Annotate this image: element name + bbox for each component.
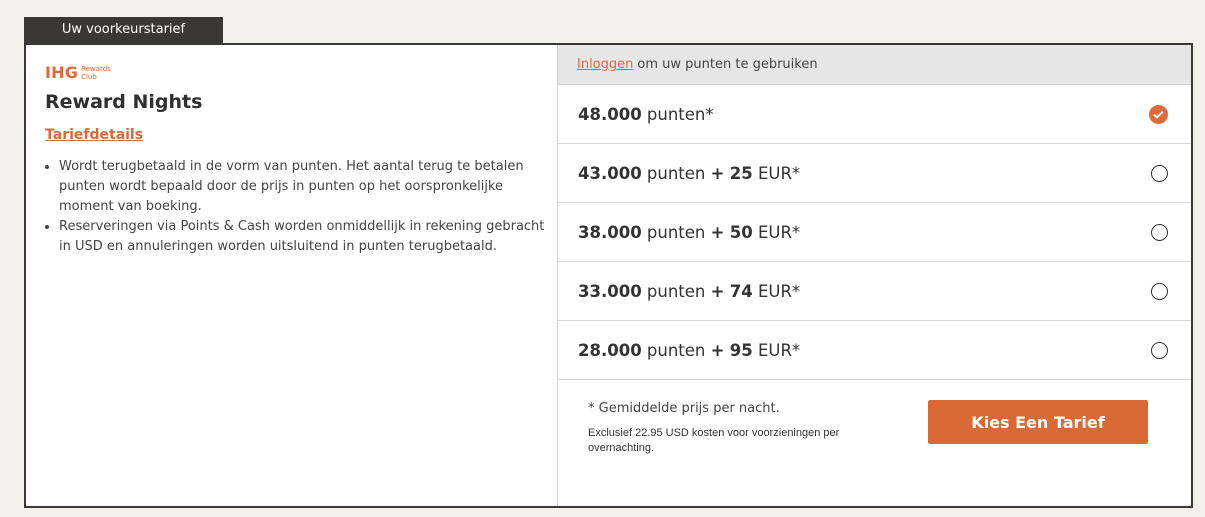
preferred-rate-tab: Uw voorkeurstarief xyxy=(24,17,223,43)
cash-plus: + xyxy=(710,163,725,183)
points-label: punten xyxy=(646,222,706,242)
radio-empty-icon[interactable] xyxy=(1151,223,1168,241)
cash-currency: EUR* xyxy=(757,222,801,242)
rate-option-label: 43.000 punten + 25 EUR* xyxy=(578,164,800,183)
points-amount: 28.000 xyxy=(578,340,642,360)
points-label: punten xyxy=(646,281,706,301)
points-amount: 38.000 xyxy=(578,222,642,242)
ihg-logo-mark: IHG xyxy=(45,63,79,82)
points-amount: 33.000 xyxy=(578,281,642,301)
cash-currency: EUR* xyxy=(757,281,801,301)
check-circle-icon[interactable] xyxy=(1149,104,1168,124)
login-link[interactable]: Inloggen xyxy=(577,57,633,72)
login-hint: om uw punten te gebruiken xyxy=(637,57,818,72)
rewards-club-label: Rewards Club xyxy=(81,65,111,81)
cash-plus: + xyxy=(710,340,725,360)
cash-amount: 95 xyxy=(729,340,753,360)
rate-options-panel: Inloggen om uw punten te gebruiken 48.00… xyxy=(558,45,1191,506)
rate-details-link[interactable]: Tariefdetails xyxy=(45,127,143,143)
rate-option-label: 28.000 punten + 95 EUR* xyxy=(578,341,800,360)
points-amount: 48.000 xyxy=(578,104,642,124)
rate-option[interactable]: 28.000 punten + 95 EUR* xyxy=(558,321,1191,380)
cash-amount: 50 xyxy=(729,222,753,242)
points-label: punten xyxy=(646,163,706,183)
radio-empty-icon[interactable] xyxy=(1151,282,1168,300)
cash-amount: 25 xyxy=(729,163,753,183)
cash-currency: EUR* xyxy=(757,340,801,360)
points-label: punten* xyxy=(646,104,714,124)
rate-footer: * Gemiddelde prijs per nacht. Exclusief … xyxy=(558,380,1191,500)
rate-option-label: 48.000 punten* xyxy=(578,105,714,124)
radio-empty-icon[interactable] xyxy=(1151,164,1168,182)
rate-card: IHG Rewards Club Reward Nights Tariefdet… xyxy=(24,43,1193,508)
points-label: punten xyxy=(646,340,706,360)
ihg-rewards-logo: IHG Rewards Club xyxy=(45,64,111,84)
cash-plus: + xyxy=(710,281,725,301)
rate-option-label: 33.000 punten + 74 EUR* xyxy=(578,282,800,301)
preferred-rate-tab-label: Uw voorkeurstarief xyxy=(61,22,186,37)
rate-option[interactable]: 38.000 punten + 50 EUR* xyxy=(558,203,1191,262)
fees-note: Exclusief 22.95 USD kosten voor voorzien… xyxy=(588,427,840,454)
rewards-label: Rewards xyxy=(81,65,111,73)
rate-detail-item: Reserveringen via Points & Cash worden o… xyxy=(59,217,554,257)
radio-empty-icon[interactable] xyxy=(1151,341,1168,359)
cash-amount: 74 xyxy=(729,281,753,301)
rate-option[interactable]: 43.000 punten + 25 EUR* xyxy=(558,144,1191,203)
rate-details-list: Wordt terugbetaald in de vorm van punten… xyxy=(45,157,554,257)
rate-title: Reward Nights xyxy=(45,91,203,113)
rate-option[interactable]: 33.000 punten + 74 EUR* xyxy=(558,262,1191,321)
rate-option-label: 38.000 punten + 50 EUR* xyxy=(578,223,800,242)
rate-info-panel: IHG Rewards Club Reward Nights Tariefdet… xyxy=(26,45,558,506)
cash-plus: + xyxy=(710,222,725,242)
login-bar: Inloggen om uw punten te gebruiken xyxy=(558,45,1191,85)
rate-option-list: 48.000 punten* 43.000 punten + 25 EUR* 38.… xyxy=(558,85,1191,380)
average-price-note: * Gemiddelde prijs per nacht. xyxy=(588,401,780,416)
choose-rate-button[interactable]: Kies Een Tarief xyxy=(928,400,1148,444)
rate-option[interactable]: 48.000 punten* xyxy=(558,85,1191,144)
rate-detail-item: Wordt terugbetaald in de vorm van punten… xyxy=(59,157,554,217)
points-amount: 43.000 xyxy=(578,163,642,183)
club-label: Club xyxy=(81,73,97,81)
cash-currency: EUR* xyxy=(757,163,801,183)
